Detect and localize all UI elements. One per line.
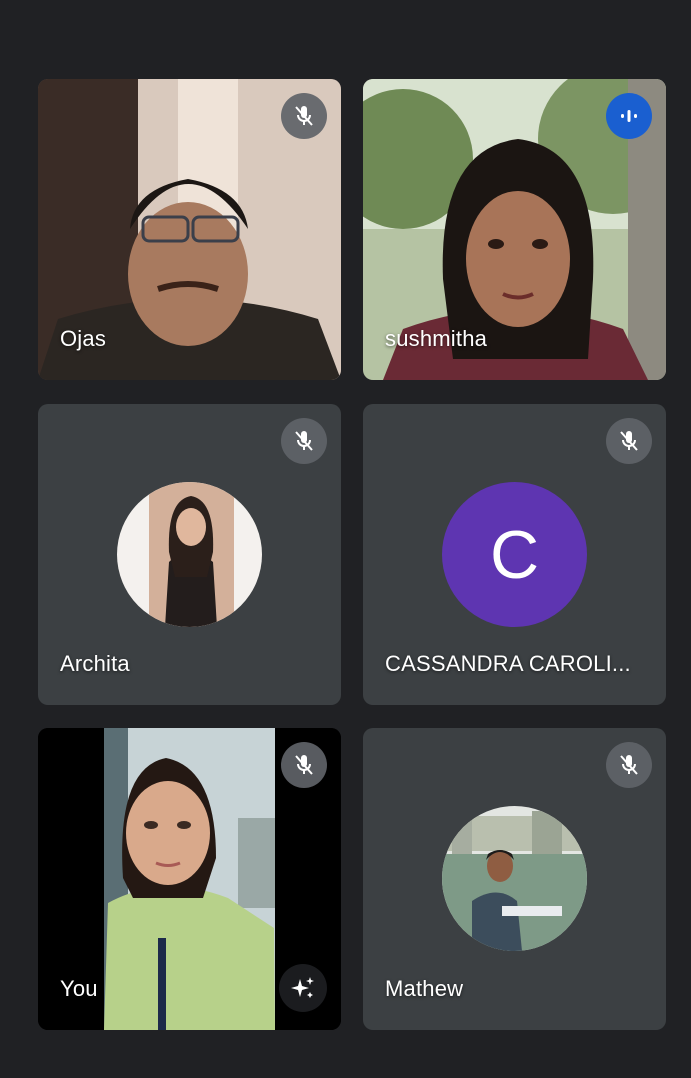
meeting-grid: Ojas sushmitha Archita C CASSANDRA CAROL… xyxy=(0,0,691,1078)
mic-off-icon xyxy=(606,742,652,788)
participant-tile-archita[interactable]: Archita xyxy=(38,404,341,705)
letter-avatar: C xyxy=(442,482,587,627)
participant-name: You xyxy=(60,976,98,1001)
participant-name: sushmitha xyxy=(385,326,488,351)
mic-off-icon xyxy=(606,418,652,464)
mic-off-icon xyxy=(281,93,327,139)
profile-photo-avatar xyxy=(442,806,587,951)
sparkle-effects-icon[interactable] xyxy=(279,964,327,1012)
participant-tile-mathew[interactable]: Mathew xyxy=(363,728,666,1030)
mic-off-icon xyxy=(281,742,327,788)
participant-name: Archita xyxy=(60,651,130,676)
mic-off-icon xyxy=(281,418,327,464)
participant-name: Ojas xyxy=(60,326,107,351)
participant-tile-ojas[interactable]: Ojas xyxy=(38,79,341,380)
participant-tile-you[interactable]: You xyxy=(38,728,341,1030)
participant-tile-cassandra[interactable]: C CASSANDRA CAROLI... xyxy=(363,404,666,705)
participant-name: Mathew xyxy=(385,976,464,1001)
audio-level-icon xyxy=(606,93,652,139)
participant-name: CASSANDRA CAROLI... xyxy=(385,651,631,676)
participant-tile-sushmitha[interactable]: sushmitha xyxy=(363,79,666,380)
profile-photo-avatar xyxy=(117,482,262,627)
